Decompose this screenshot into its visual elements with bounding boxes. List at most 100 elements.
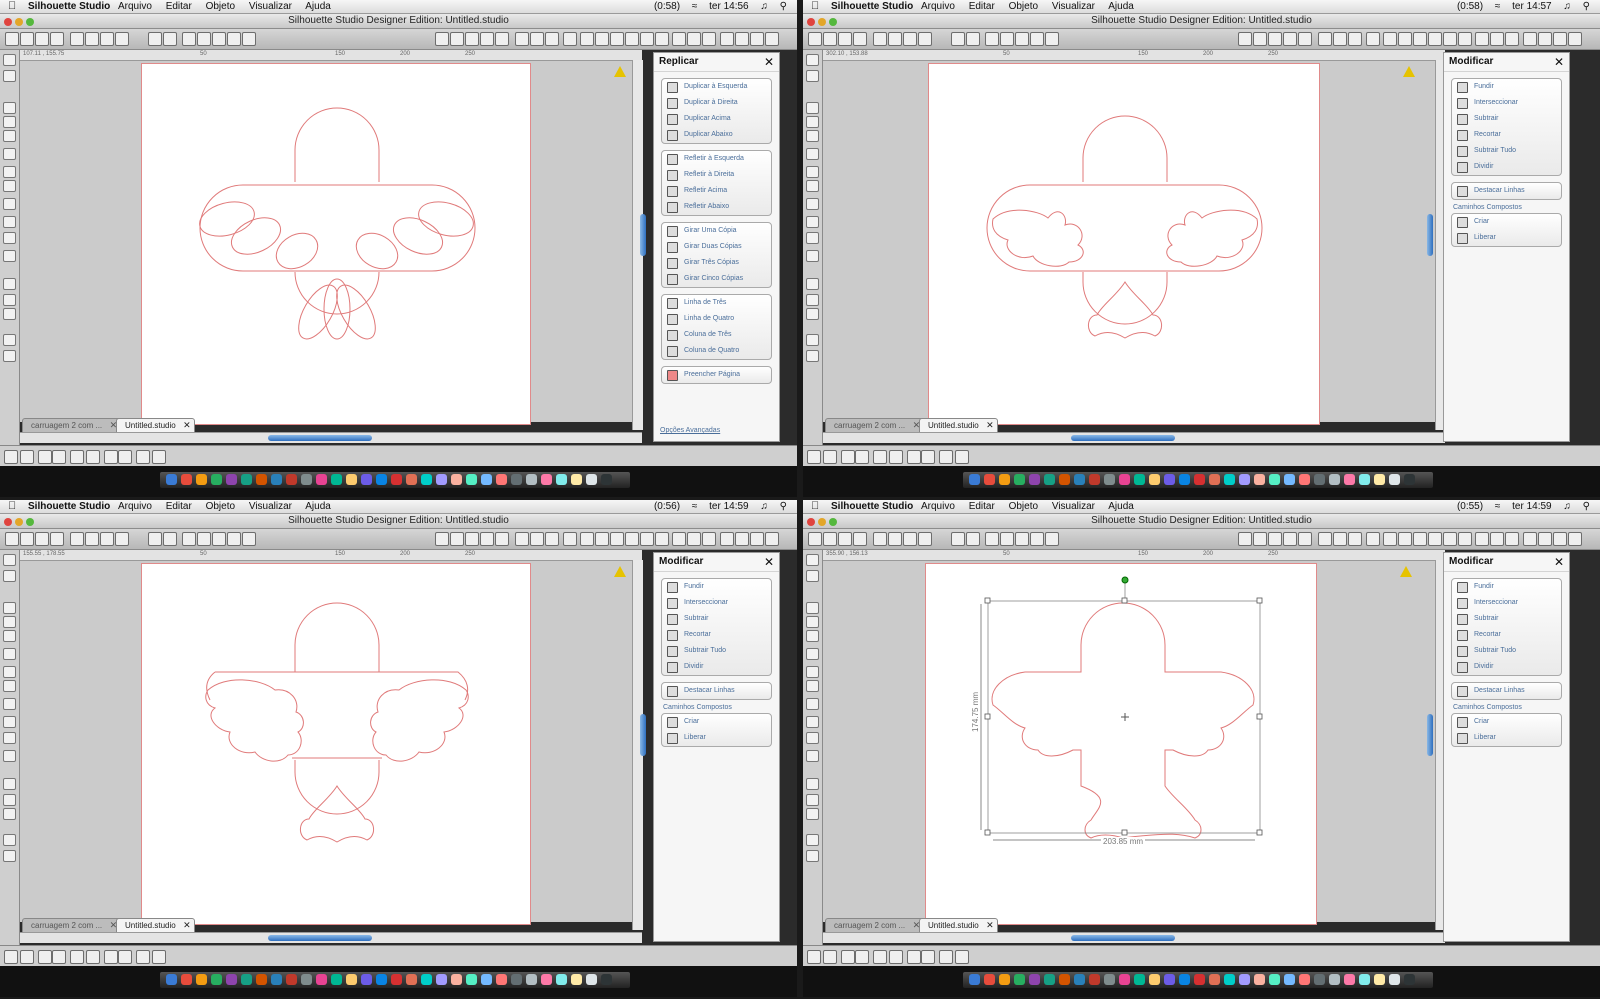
dock-app-icon[interactable] [556, 474, 567, 485]
duplicate-left-button[interactable]: Duplicar à Esquerda [662, 79, 771, 95]
crop-button[interactable]: Recortar [662, 627, 771, 643]
dock-app-icon[interactable] [1344, 474, 1355, 485]
row-of-four-button[interactable]: Linha de Quatro [662, 311, 771, 327]
dock-app-icon[interactable] [421, 974, 432, 985]
dock-app-icon[interactable] [466, 974, 477, 985]
dock-app-icon[interactable] [181, 474, 192, 485]
dock-app-icon[interactable] [1359, 974, 1370, 985]
dock-app-icon[interactable] [1179, 474, 1190, 485]
dock-app-icon[interactable] [526, 474, 537, 485]
dock-app-icon[interactable] [1239, 974, 1250, 985]
dock-app-icon[interactable] [316, 474, 327, 485]
reflect-below-button[interactable]: Refletir Abaixo [662, 199, 771, 215]
bottom-tool-button[interactable] [118, 950, 132, 964]
bottom-tool-button[interactable] [907, 950, 921, 964]
rotate-five-copies-button[interactable]: Girar Cinco Cópias [662, 271, 771, 287]
dock-app-icon[interactable] [331, 974, 342, 985]
dock-app-icon[interactable] [301, 474, 312, 485]
divide-button[interactable]: Dividir [1452, 159, 1561, 175]
dock-app-icon[interactable] [1194, 974, 1205, 985]
dock-app-icon[interactable] [361, 474, 372, 485]
dock-app-icon[interactable] [241, 474, 252, 485]
divide-button[interactable]: Dividir [662, 659, 771, 675]
dock-app-icon[interactable] [1299, 974, 1310, 985]
tab-carruagem[interactable]: carruagem 2 com ... ✕ [22, 918, 122, 933]
dock-app-icon[interactable] [541, 474, 552, 485]
close-tab-icon[interactable]: ✕ [183, 419, 191, 432]
dock-app-icon[interactable] [1269, 974, 1280, 985]
dock-app-icon[interactable] [1374, 974, 1385, 985]
crop-button[interactable]: Recortar [1452, 127, 1561, 143]
weld-button[interactable]: Fundir [1452, 79, 1561, 95]
dock-app-icon[interactable] [984, 474, 995, 485]
dock-app-icon[interactable] [406, 474, 417, 485]
crop-button[interactable]: Recortar [1452, 627, 1561, 643]
reflect-left-button[interactable]: Refletir à Esquerda [662, 151, 771, 167]
dock-app-icon[interactable] [1149, 474, 1160, 485]
scroll-thumb[interactable] [1071, 935, 1175, 941]
dock-app-icon[interactable] [1284, 974, 1295, 985]
dock-app-icon[interactable] [1074, 474, 1085, 485]
bottom-tool-button[interactable] [4, 950, 18, 964]
dock-app-icon[interactable] [1404, 974, 1415, 985]
bottom-tool-button[interactable] [104, 450, 118, 464]
tab-untitled[interactable]: Untitled.studio ✕ [919, 918, 998, 933]
dock-app-icon[interactable] [571, 974, 582, 985]
bottom-tool-button[interactable] [807, 450, 821, 464]
dock-app-icon[interactable] [1014, 474, 1025, 485]
dock-app-icon[interactable] [1344, 974, 1355, 985]
dock-app-icon[interactable] [1119, 974, 1130, 985]
release-compound-button[interactable]: Liberar [662, 730, 771, 746]
dock-app-icon[interactable] [1299, 474, 1310, 485]
bottom-tool-button[interactable] [70, 450, 84, 464]
bottom-tool-button[interactable] [136, 450, 150, 464]
horizontal-scrollbar[interactable] [823, 432, 1445, 443]
make-compound-button[interactable]: Criar [662, 714, 771, 730]
bottom-tool-button[interactable] [921, 950, 935, 964]
fill-page-button[interactable]: Preencher Página [662, 367, 771, 383]
bottom-tool-button[interactable] [939, 950, 953, 964]
dock-app-icon[interactable] [1254, 974, 1265, 985]
bottom-tool-button[interactable] [38, 950, 52, 964]
dock-app-icon[interactable] [1164, 974, 1175, 985]
dock-app-icon[interactable] [451, 474, 462, 485]
rotate-two-copies-button[interactable]: Girar Duas Cópias [662, 239, 771, 255]
column-of-four-button[interactable]: Coluna de Quatro [662, 343, 771, 359]
dock-app-icon[interactable] [984, 974, 995, 985]
bottom-tool-button[interactable] [136, 950, 150, 964]
dock-app-icon[interactable] [286, 474, 297, 485]
weld-button[interactable]: Fundir [1452, 579, 1561, 595]
dock-app-icon[interactable] [346, 974, 357, 985]
dock-app-icon[interactable] [1329, 474, 1340, 485]
make-compound-button[interactable]: Criar [1452, 214, 1561, 230]
dock-app-icon[interactable] [196, 974, 207, 985]
dock-app-icon[interactable] [1059, 474, 1070, 485]
subtract-button[interactable]: Subtrair [1452, 611, 1561, 627]
subtract-button[interactable]: Subtrair [662, 611, 771, 627]
release-compound-button[interactable]: Liberar [1452, 730, 1561, 746]
dock-app-icon[interactable] [331, 474, 342, 485]
dock-app-icon[interactable] [1089, 974, 1100, 985]
bottom-tool-button[interactable] [823, 950, 837, 964]
tab-carruagem[interactable]: carruagem 2 com ... ✕ [825, 418, 925, 433]
bottom-tool-button[interactable] [20, 950, 34, 964]
dock-app-icon[interactable] [1164, 474, 1175, 485]
bottom-tool-button[interactable] [86, 450, 100, 464]
bottom-tool-button[interactable] [52, 950, 66, 964]
bottom-tool-button[interactable] [921, 450, 935, 464]
intersect-button[interactable]: Interseccionar [1452, 95, 1561, 111]
close-tab-icon[interactable]: ✕ [183, 919, 191, 932]
duplicate-below-button[interactable]: Duplicar Abaixo [662, 127, 771, 143]
duplicate-right-button[interactable]: Duplicar à Direita [662, 95, 771, 111]
duplicate-above-button[interactable]: Duplicar Acima [662, 111, 771, 127]
dock-app-icon[interactable] [601, 474, 612, 485]
dock-app-icon[interactable] [301, 974, 312, 985]
dock-app-icon[interactable] [556, 974, 567, 985]
dock-app-icon[interactable] [1014, 974, 1025, 985]
horizontal-scrollbar[interactable] [20, 932, 642, 943]
horizontal-scrollbar[interactable] [823, 932, 1445, 943]
vertical-scroll-thumb[interactable] [640, 714, 646, 756]
divide-button[interactable]: Dividir [1452, 659, 1561, 675]
make-compound-button[interactable]: Criar [1452, 714, 1561, 730]
bottom-tool-button[interactable] [889, 950, 903, 964]
